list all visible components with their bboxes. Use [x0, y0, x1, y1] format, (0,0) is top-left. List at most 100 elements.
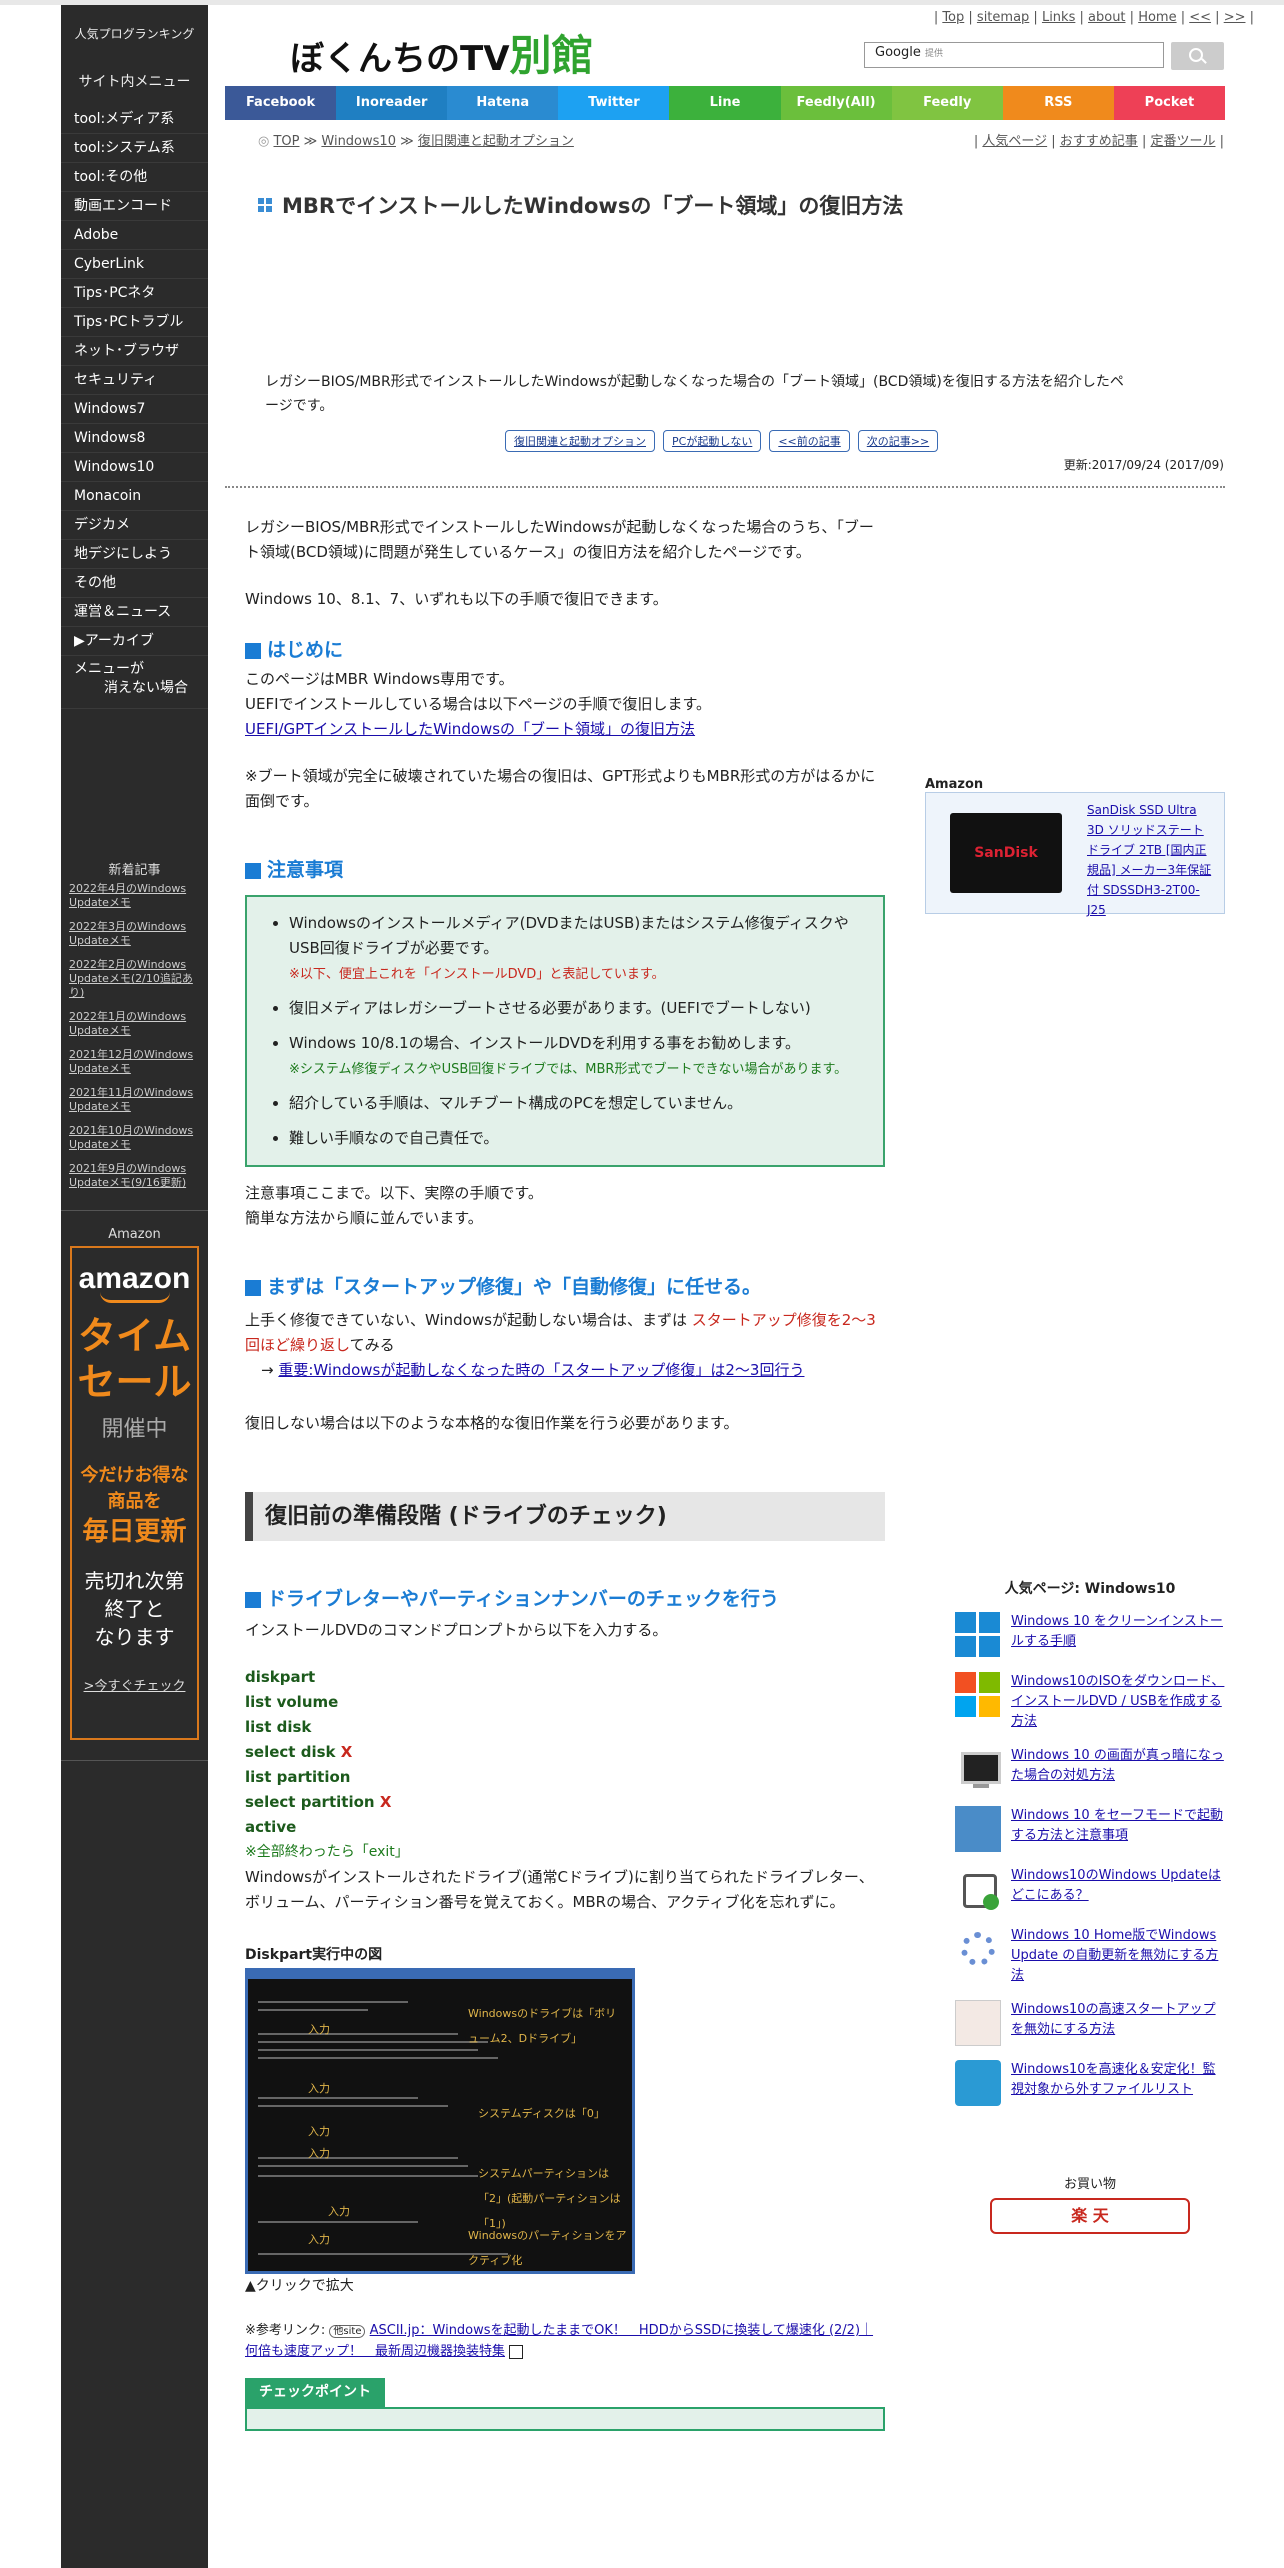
search-button[interactable] — [1171, 42, 1224, 70]
sidebar-item[interactable]: CyberLink — [61, 250, 208, 279]
nav-line[interactable]: Line — [669, 86, 781, 120]
sidebar-item[interactable]: tool:システム系 — [61, 134, 208, 163]
figure-label: 入力 — [308, 2082, 330, 2095]
uefi-article-link[interactable]: UEFI/GPTインストールしたWindowsの「ブート領域」の復旧方法 — [245, 720, 695, 738]
monitor-icon — [955, 1746, 1001, 1792]
nav-rss[interactable]: RSS — [1002, 86, 1114, 120]
toolbox-link[interactable]: 定番ツール — [1150, 134, 1215, 149]
sidebar-item[interactable]: Monacoin — [61, 482, 208, 511]
pc-not-boot-button[interactable]: PCが起動しない — [663, 430, 762, 452]
sidebar-item[interactable]: その他 — [61, 569, 208, 598]
sidebar-item[interactable]: Windows8 — [61, 424, 208, 453]
heading-text: まずは「スタートアップ修復」や「自動修復」に任せる。 — [267, 1276, 762, 1298]
rakuten-button[interactable]: 楽 天 — [990, 2198, 1190, 2234]
search-input[interactable]: Google 提供 — [864, 42, 1164, 68]
category-button[interactable]: 復旧関連と起動オプション — [505, 430, 655, 452]
nav-feedly-all[interactable]: Feedly(All) — [780, 86, 892, 120]
section-heading-intro: はじめに — [245, 638, 885, 663]
paragraph: 復旧しない場合は以下のような本格的な復旧作業を行う必要があります。 — [245, 1414, 739, 1432]
sidebar-item[interactable]: tool:その他 — [61, 163, 208, 192]
sidebar-item[interactable]: デジカメ — [61, 511, 208, 540]
nav-facebook[interactable]: Facebook — [225, 86, 337, 120]
top-link[interactable]: sitemap — [977, 10, 1029, 25]
nav-pocket[interactable]: Pocket — [1113, 86, 1225, 120]
top-link[interactable]: about — [1088, 10, 1126, 25]
ranking-banner[interactable]: 人気プログランキング — [61, 5, 208, 61]
sidebar-item[interactable]: Tips･PCトラブル — [61, 308, 208, 337]
news-link[interactable]: 2022年1月のWindows Updateメモ — [69, 1010, 186, 1037]
ad-text: 毎日更新 — [82, 1517, 187, 1547]
ssd-product-link[interactable]: SanDisk SSD Ultra 3D ソリッドステートドライブ 2TB [国… — [1087, 800, 1215, 920]
shopping-label: お買い物 — [1063, 2177, 1116, 2192]
toolbox-link[interactable]: 人気ページ — [982, 134, 1047, 149]
next-article-button[interactable]: 次の記事>> — [857, 430, 939, 452]
nav-inoreader[interactable]: Inoreader — [336, 86, 448, 120]
figure-label: 入力 — [308, 2023, 330, 2036]
figure-label: 入力 — [308, 2233, 330, 2246]
sidebar-item[interactable]: Tips･PCネタ — [61, 279, 208, 308]
sidebar-item[interactable]: Windows7 — [61, 395, 208, 424]
top-link[interactable]: << — [1189, 10, 1211, 25]
popular-link[interactable]: Windows 10 をセーフモードで起動する方法と注意事項 — [1011, 1806, 1225, 1846]
top-link[interactable]: Top — [942, 10, 964, 25]
news-link[interactable]: 2022年2月のWindows Updateメモ(2/10追記あり) — [69, 958, 193, 999]
prev-article-button[interactable]: <<前の記事 — [769, 430, 850, 452]
breadcrumb-item[interactable]: Windows10 — [321, 134, 396, 149]
breadcrumb-item[interactable]: 復旧関連と起動オプション — [418, 134, 574, 149]
paragraph: UEFIでインストールしている場合は以下ページの手順で復旧します。 — [245, 695, 711, 713]
sidebar-item[interactable]: ネット･ブラウザ — [61, 337, 208, 366]
sidebar-item[interactable]: セキュリティ — [61, 366, 208, 395]
breadcrumb-sep: ≫ — [303, 134, 318, 149]
startup-repair-link[interactable]: 重要:Windowsが起動しなくなった時の「スタートアップ修復」は2～3回行う — [278, 1361, 804, 1379]
sidebar-item[interactable]: Adobe — [61, 221, 208, 250]
caution-text: Windows 10/8.1の場合、インストールDVDを利用する事をお勧めします… — [289, 1034, 801, 1052]
command-line: active — [245, 1818, 297, 1836]
nav-feedly[interactable]: Feedly — [891, 86, 1003, 120]
popular-link[interactable]: Windows 10 Home版でWindows Update の自動更新を無効… — [1011, 1926, 1225, 1986]
ad-text: 売切れ次第 — [84, 1569, 185, 1593]
news-link[interactable]: 2021年12月のWindows Updateメモ — [69, 1048, 193, 1075]
top-link[interactable]: Links — [1042, 10, 1075, 25]
ad-text: 終了と — [104, 1597, 165, 1621]
ad-check-link[interactable]: >今すぐチェック — [72, 1675, 197, 1694]
top-link[interactable]: >> — [1224, 10, 1246, 25]
sidebar-item[interactable]: tool:メディア系 — [61, 105, 208, 134]
toolbox-link[interactable]: おすすめ記事 — [1060, 134, 1138, 149]
nav-twitter[interactable]: Twitter — [558, 86, 670, 120]
breadcrumb-item[interactable]: TOP — [273, 134, 299, 149]
popular-item: Windows 10 をクリーンインストールする手順 — [955, 1612, 1225, 1658]
site-logo[interactable]: ぼくんちのTV別館 — [290, 22, 594, 83]
news-link[interactable]: 2022年4月のWindows Updateメモ — [69, 882, 186, 909]
popular-link[interactable]: Windows10を高速化＆安定化！監視対象から外すファイルリスト — [1011, 2060, 1225, 2100]
news-link[interactable]: 2021年11月のWindows Updateメモ — [69, 1086, 193, 1113]
sidebar-item-menu-fix[interactable]: メニューが 消えない場合 — [61, 656, 208, 709]
popular-link[interactable]: Windows 10 の画面が真っ暗になった場合の対処方法 — [1011, 1746, 1225, 1786]
search-brand: Google — [875, 45, 921, 60]
sidebar-item[interactable]: Windows10 — [61, 453, 208, 482]
diskpart-screenshot[interactable]: Windowsのドライブは「ボリューム2、Dドライブ」 入力 入力 システムディ… — [245, 1968, 635, 2274]
amazon-timesale-ad[interactable]: amazon タイム セール 開催中 今だけお得な 商品を 毎日更新 売切れ次第… — [70, 1246, 199, 1740]
top-link[interactable]: Home — [1138, 10, 1176, 25]
popular-link[interactable]: Windows10のISOをダウンロード、インストールDVD / USBを作成す… — [1011, 1672, 1225, 1732]
popular-link[interactable]: Windows10の高速スタートアップを無効にする方法 — [1011, 2000, 1225, 2040]
popular-item: Windows 10 の画面が真っ暗になった場合の対処方法 — [955, 1746, 1225, 1792]
sidebar-item[interactable]: 動画エンコード — [61, 192, 208, 221]
news-link[interactable]: 2022年3月のWindows Updateメモ — [69, 920, 186, 947]
logo-text: ぼくんちのTV — [290, 39, 510, 79]
page-intro: レガシーBIOS/MBR形式でインストールしたWindowsが起動しなくなった場… — [265, 374, 1124, 414]
popular-link[interactable]: Windows10のWindows Updateはどこにある？ — [1011, 1866, 1225, 1906]
sidebar-item-label: 消えない場合 — [104, 680, 188, 696]
nav-hatena[interactable]: Hatena — [447, 86, 559, 120]
popular-link[interactable]: Windows 10 をクリーンインストールする手順 — [1011, 1612, 1225, 1652]
heading-square-icon — [245, 642, 261, 659]
sidebar-item-archive[interactable]: ▶アーカイブ — [61, 627, 208, 656]
amazon-product-card[interactable]: SanDisk SanDisk SSD Ultra 3D ソリッドステートドライ… — [925, 792, 1225, 917]
heading-square-icon — [245, 1591, 261, 1608]
amazon-product-box: Amazon SanDisk SanDisk SSD Ultra 3D ソリッド… — [925, 777, 1225, 917]
news-link[interactable]: 2021年9月のWindows Updateメモ(9/16更新) — [69, 1162, 186, 1189]
sidebar-item[interactable]: 運営＆ニュース — [61, 598, 208, 627]
news-link[interactable]: 2021年10月のWindows Updateメモ — [69, 1124, 193, 1151]
ssd-product-image[interactable]: SanDisk — [950, 813, 1062, 893]
sidebar-item[interactable]: 地デジにしよう — [61, 540, 208, 569]
paragraph: Windowsがインストールされたドライブ(通常Cドライブ)に割り当てられたドラ… — [245, 1868, 874, 1911]
